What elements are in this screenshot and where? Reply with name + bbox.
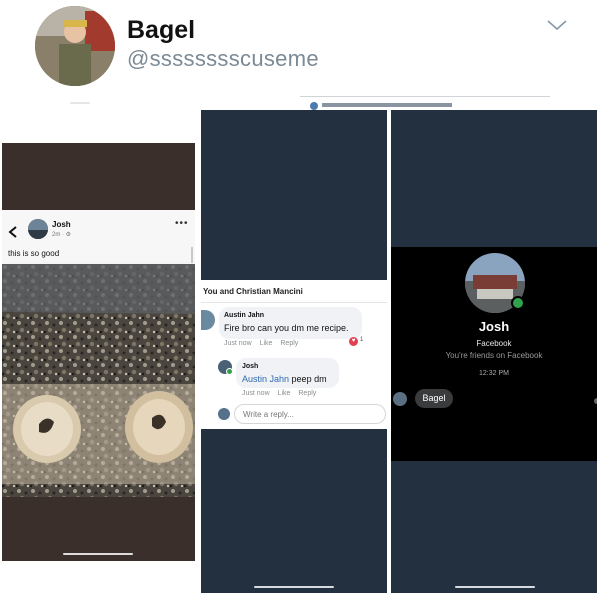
dark-backdrop <box>2 497 195 561</box>
screenshot-post: Josh 2m · ⚙ ••• this is so good <box>2 143 195 561</box>
divider <box>300 96 550 97</box>
dark-backdrop <box>2 143 195 210</box>
contact-name: Josh <box>478 319 510 334</box>
online-indicator <box>226 368 233 375</box>
comment-body: peep dm <box>291 374 327 384</box>
profile-handle: @sssssssscuseme <box>127 46 319 71</box>
comment-time: Just now <box>242 390 270 397</box>
divider <box>201 302 387 303</box>
obscured-fragment <box>70 102 90 104</box>
dark-backdrop <box>201 429 387 593</box>
profile-avatar[interactable] <box>35 6 115 86</box>
comment-time: Just now <box>224 340 252 347</box>
online-indicator <box>511 296 525 310</box>
reply-button[interactable]: Reply <box>298 390 316 397</box>
chevron-left-icon[interactable] <box>8 225 18 242</box>
avatar <box>218 408 230 420</box>
conversation-title: You and Christian Mancini <box>203 287 303 296</box>
comment-text: Fire bro can you dm me recipe. <box>224 323 349 333</box>
ellipsis-icon[interactable]: ••• <box>175 218 189 229</box>
chevron-down-icon[interactable] <box>546 18 568 37</box>
home-indicator[interactable] <box>63 553 133 555</box>
mention-link[interactable]: Austin Jahn <box>242 374 289 384</box>
friend-status: You're friends on Facebook <box>445 351 543 360</box>
reply-button[interactable]: Reply <box>280 340 298 347</box>
home-indicator[interactable] <box>455 586 535 588</box>
avatar <box>393 392 407 406</box>
comment-text: Austin Jahn peep dm <box>242 374 327 384</box>
screenshot-comments: You and Christian Mancini Austin Jahn Fi… <box>201 110 387 593</box>
avatar[interactable] <box>201 310 215 330</box>
comment-meta: Just now Like Reply <box>224 340 304 347</box>
comment-author[interactable]: Josh <box>242 363 258 370</box>
post-time: 2m · ⚙ <box>52 232 72 238</box>
post-author[interactable]: Josh <box>52 220 71 229</box>
scrollbar[interactable] <box>191 247 193 263</box>
like-button[interactable]: Like <box>260 340 273 347</box>
post-photo[interactable] <box>2 264 195 497</box>
comment-meta: Just now Like Reply <box>242 390 322 397</box>
dark-backdrop <box>201 110 387 280</box>
comment-author[interactable]: Austin Jahn <box>224 312 264 319</box>
home-indicator[interactable] <box>254 586 334 588</box>
post-text: this is so good <box>8 249 60 258</box>
contact-platform: Facebook <box>476 339 512 348</box>
message-bubble[interactable]: Bagel <box>415 389 453 408</box>
avatar[interactable] <box>218 360 233 375</box>
like-button[interactable]: Like <box>278 390 291 397</box>
obscured-link-preview <box>308 98 548 110</box>
message-time: 12:32 PM <box>479 370 509 377</box>
reaction-count: 1 <box>360 337 364 343</box>
profile-display-name: Bagel <box>127 16 196 44</box>
reply-input[interactable]: Write a reply... <box>234 404 386 424</box>
heart-reaction-icon[interactable]: ♥ <box>349 337 358 346</box>
avatar[interactable] <box>28 219 48 239</box>
edge-fragment <box>594 398 597 404</box>
screenshot-messenger: Josh Facebook You're friends on Facebook… <box>391 110 597 593</box>
